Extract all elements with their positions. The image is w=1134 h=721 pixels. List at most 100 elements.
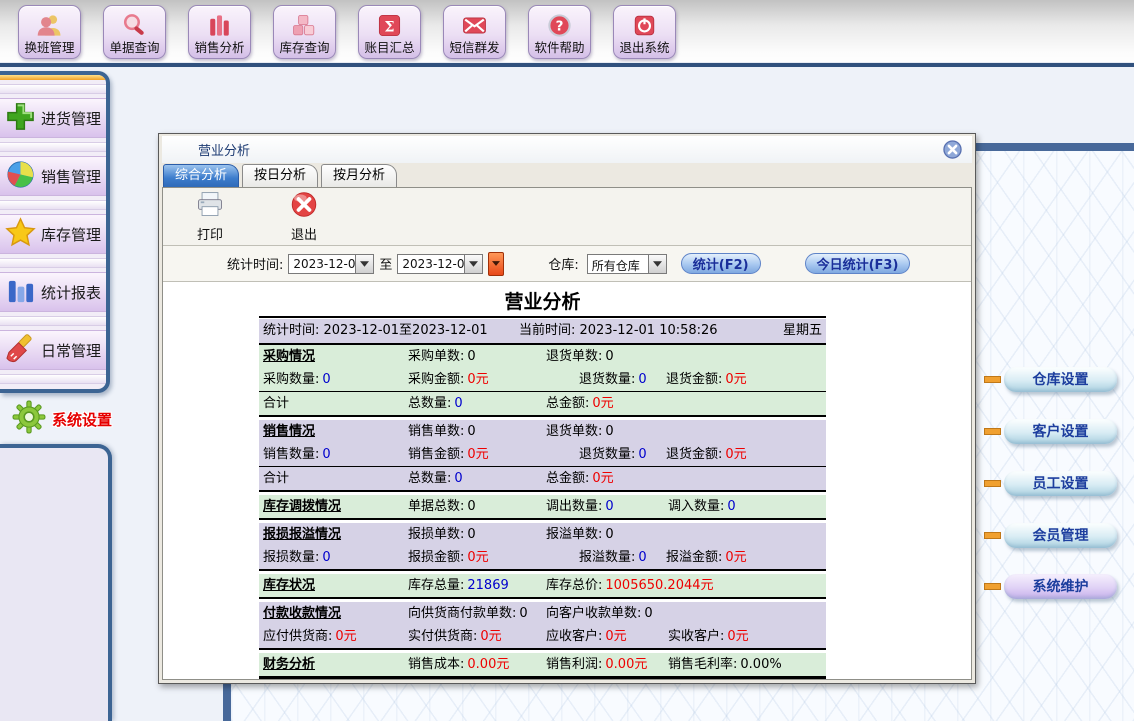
filter-bar: 统计时间: 2023-12-01 至 2023-12-01 仓库: 所有仓库 统… [163,246,971,282]
report-row: 合计总数量:0总金额:0元 [259,391,826,415]
exit-button-label: 退出 [291,224,317,243]
sidebar-item-pie-chart[interactable]: 销售管理 [0,156,106,196]
report-value: 0.00元 [467,657,509,672]
report-value: 0.00元 [605,657,647,672]
report-cell: 应收客户:0元 [546,625,668,648]
report-cell: 报溢数量:0 [579,546,666,569]
print-button[interactable]: 打印 [181,190,239,243]
date-shortcut-button[interactable] [488,252,504,276]
sidebar-separator [0,196,106,214]
report-cell: 退货单数:0 [546,345,668,368]
report-row: 报损数量:0报损金额:0元报溢数量:0报溢金额:0元 [259,546,826,569]
date-from-select[interactable]: 2023-12-01 [288,254,374,274]
toolbar-button-help[interactable]: ?软件帮助 [528,5,591,59]
toolbar-button-sms[interactable]: 短信群发 [443,5,506,59]
report-label: 退货数量: [579,372,635,387]
warehouse-value: 所有仓库 [588,255,648,273]
report-value: 0 [605,424,613,439]
report-value: 0 [638,447,646,462]
toolbar-button-shift-people[interactable]: 换班管理 [18,5,81,59]
report-cell: 报损单数:0 [408,523,546,546]
report-value: 0 [605,527,613,542]
sms-icon [461,10,488,40]
report-cell: 退货金额:0元 [666,443,822,466]
report-label: 合计 [263,471,289,486]
toolbar-button-search[interactable]: 单据查询 [103,5,166,59]
report-cell: 合计 [263,392,408,415]
separator-strip [0,142,106,152]
separator-strip [0,258,106,268]
gear-icon [12,400,46,438]
report-cell: 库存总量:21869 [408,574,546,597]
report-label: 退货单数: [546,424,602,439]
chevron-down-icon [648,255,666,273]
report-cell: 采购金额:0元 [408,368,579,391]
report-row: 采购数量:0采购金额:0元退货数量:0退货金额:0元 [259,368,826,391]
connector-tick [984,583,1001,590]
quick-button-wrap: 客户设置 [984,418,1130,444]
sidebar-separator [0,80,106,98]
report-label: 报溢数量: [579,550,635,565]
separator-strip [0,374,106,384]
quick-button-4[interactable]: 会员管理 [1004,523,1117,548]
tab-3[interactable]: 按月分析 [321,164,397,187]
report-value: 0元 [725,550,746,565]
sidebar-item-system-settings[interactable]: 系统设置 [12,398,162,440]
report-value: 0 [467,349,475,364]
report-section: 付款收款情况向供货商付款单数:0向客户收款单数:0应付供货商:0元实付供货商:0… [259,602,826,650]
star-icon [0,217,36,252]
report-label: 向客户收款单数: [546,606,641,621]
report-label: 总金额: [546,396,589,411]
report-label: 库存调拨情况 [263,499,341,514]
report-row: 报损报溢情况报损单数:0报溢单数:0 [259,523,826,546]
report-cell: 库存总价:1005650.2044元 [546,574,668,597]
sidebar-item-stats-bars[interactable]: 统计报表 [0,272,106,312]
report-label: 报损单数: [408,527,464,542]
report-value: 0元 [467,447,488,462]
sidebar-item-plus[interactable]: 进货管理 [0,98,106,138]
report-label: 报溢单数: [546,527,602,542]
connector-tick [984,376,1001,383]
quick-button-1[interactable]: 仓库设置 [1004,367,1117,392]
report-value: 0 [727,499,735,514]
quick-button-2[interactable]: 客户设置 [1004,419,1117,444]
report-row: 财务分析销售成本:0.00元销售利润:0.00元销售毛利率:0.00% [259,653,826,676]
report-label: 采购单数: [408,349,464,364]
report-row: 库存调拨情况单据总数:0调出数量:0调入数量:0 [259,495,826,518]
report-label: 调出数量: [546,499,602,514]
date-to-value: 2023-12-01 [398,255,464,273]
report-cell: 合计 [263,467,408,490]
sidebar-item-brush[interactable]: 日常管理 [0,330,106,370]
sidebar-menu-panel: 进货管理销售管理库存管理统计报表日常管理 [0,71,110,393]
report-label: 实付供货商: [408,629,477,644]
report-value: 0 [605,349,613,364]
close-icon[interactable] [942,139,963,160]
toolbar-button-cubes[interactable]: 库存查询 [273,5,336,59]
report-label: 调入数量: [668,499,724,514]
report-value: 0元 [725,372,746,387]
today-stat-button[interactable]: 今日统计(F3) [805,253,911,274]
warehouse-select[interactable]: 所有仓库 [587,254,667,274]
report-value: 0 [322,447,330,462]
report-cell: 向客户收款单数:0 [546,602,668,625]
report-row: 库存状况库存总量:21869库存总价:1005650.2044元 [259,574,826,597]
search-icon [121,10,148,40]
quick-button-3[interactable]: 员工设置 [1004,471,1117,496]
stat-button[interactable]: 统计(F2) [681,253,761,274]
tab-2[interactable]: 按日分析 [242,164,318,187]
tab-1[interactable]: 综合分析 [163,164,239,187]
pie-chart-icon [0,159,36,194]
report-value: 0.00% [740,657,781,672]
toolbar-button-power[interactable]: 退出系统 [613,5,676,59]
toolbar-button-bar-chart[interactable]: 销售分析 [188,5,251,59]
sidebar-item-star[interactable]: 库存管理 [0,214,106,254]
report-cell: 销售毛利率:0.00% [668,653,822,676]
exit-button[interactable]: 退出 [275,190,333,243]
report-value: 0 [454,396,462,411]
toolbar-button-label: 销售分析 [194,40,244,56]
toolbar-button-sigma[interactable]: Σ账目汇总 [358,5,421,59]
quick-button-5[interactable]: 系统维护 [1004,574,1117,599]
date-to-select[interactable]: 2023-12-01 [397,254,483,274]
quick-button-wrap: 会员管理 [984,522,1130,548]
connector-tick [984,480,1001,487]
